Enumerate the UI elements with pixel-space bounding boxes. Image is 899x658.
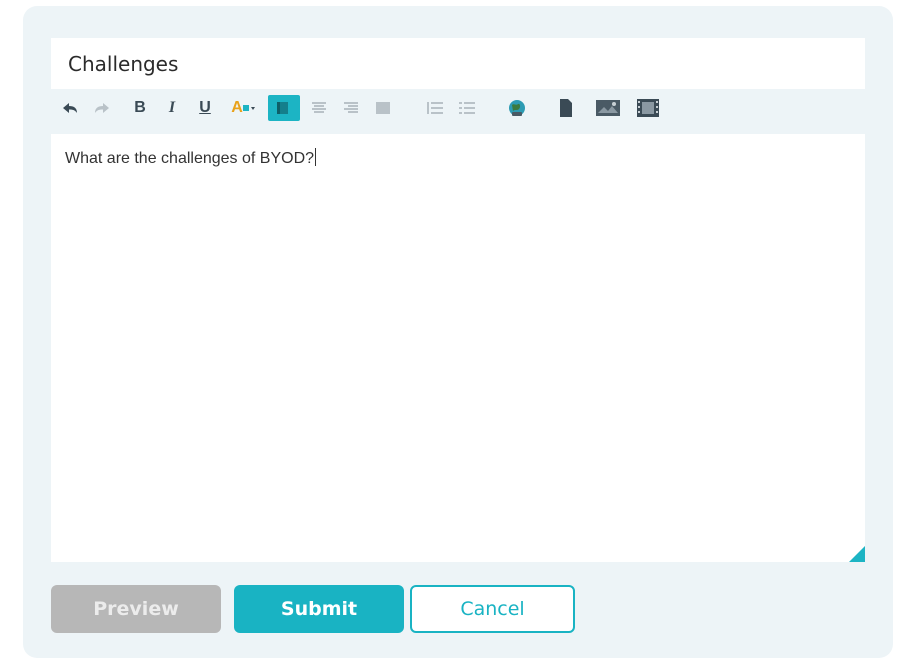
resize-handle[interactable] [849,546,865,562]
underline-icon[interactable]: U [196,95,214,121]
title-field[interactable]: Challenges [51,38,865,89]
undo-icon[interactable] [60,95,80,121]
cancel-button[interactable]: Cancel [410,585,575,633]
link-icon[interactable] [504,95,530,121]
rich-text-editor[interactable]: What are the challenges of BYOD? [51,134,865,562]
video-icon[interactable] [633,95,663,121]
align-left-icon[interactable] [268,95,300,121]
italic-icon[interactable]: I [164,95,180,121]
font-color-icon[interactable]: A [227,95,261,121]
font-color-glyph: A [231,99,243,116]
align-justify-icon[interactable] [371,95,395,121]
unordered-list-icon[interactable] [456,95,478,121]
text-caret [315,148,317,166]
preview-button[interactable]: Preview [51,585,221,633]
file-icon[interactable] [556,95,576,121]
align-right-icon[interactable] [339,95,363,121]
redo-icon[interactable] [92,95,112,121]
editor-body-text: What are the challenges of BYOD? [65,150,315,167]
align-center-icon[interactable] [307,95,331,121]
submit-button[interactable]: Submit [234,585,404,633]
formatting-toolbar: B I U A [51,90,865,132]
chevron-down-icon [242,105,255,111]
image-icon[interactable] [593,95,623,121]
bold-icon[interactable]: B [131,95,149,121]
ordered-list-icon[interactable] [424,95,446,121]
